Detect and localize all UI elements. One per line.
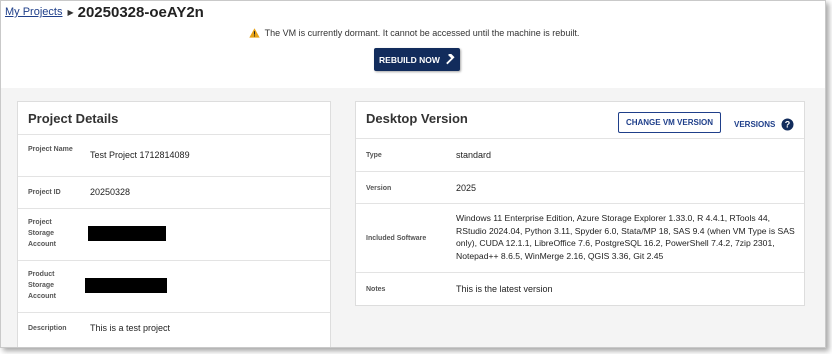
redacted-value [85, 278, 167, 293]
change-vm-version-button[interactable]: CHANGE VM VERSION [618, 112, 721, 133]
type-row: Type standard [356, 138, 804, 171]
description-value: This is a test project [90, 323, 171, 333]
type-value: standard [456, 150, 492, 160]
notes-row: Notes This is the latest version [356, 272, 804, 306]
desktop-version-card: Desktop Version CHANGE VM VERSION VERSIO… [355, 101, 805, 306]
versions-link[interactable]: VERSIONS ? [734, 118, 794, 131]
version-value: 2025 [456, 183, 477, 193]
project-details-card: Project Details Project Name Test Projec… [17, 101, 331, 347]
breadcrumb-my-projects-link[interactable]: My Projects [5, 6, 62, 18]
warning-message: The VM is currently dormant. It cannot b… [264, 28, 580, 38]
project-storage-account-row: Project Storage Account [18, 208, 330, 260]
product-storage-account-label: Product Storage Account [28, 271, 56, 300]
type-label: Type [366, 152, 382, 159]
versions-label: VERSIONS [734, 120, 776, 129]
hammer-icon [444, 54, 455, 65]
project-id-label: Project ID [28, 189, 61, 196]
description-row: Description This is a test project [18, 312, 330, 346]
product-storage-account-row: Product Storage Account [18, 260, 330, 312]
project-name-label: Project Name [28, 146, 73, 153]
included-software-row: Included Software Windows 11 Enterprise … [356, 203, 804, 272]
notes-label: Notes [366, 286, 386, 293]
project-name-row: Project Name Test Project 1712814089 [18, 134, 330, 176]
notes-value: This is the latest version [456, 284, 553, 294]
desktop-version-title: Desktop Version [366, 111, 468, 126]
warning-icon [248, 28, 260, 38]
version-label: Version [366, 185, 392, 192]
triangle-right-icon: ▶ [67, 7, 74, 17]
rebuild-now-button[interactable]: REBUILD NOW [374, 48, 460, 71]
page-title: 20250328-oeAY2n [77, 3, 204, 21]
project-details-title: Project Details [28, 111, 119, 126]
project-id-value: 20250328 [90, 187, 131, 197]
app-window: My Projects ▶ 20250328-oeAY2n The VM is … [0, 0, 826, 348]
description-label: Description [28, 325, 67, 332]
question-circle-icon[interactable]: ? [781, 118, 794, 131]
project-id-row: Project ID 20250328 [18, 176, 330, 208]
included-software-label: Included Software [366, 235, 427, 242]
version-row: Version 2025 [356, 171, 804, 203]
svg-text:?: ? [785, 120, 791, 130]
project-name-value: Test Project 1712814089 [90, 150, 190, 160]
redacted-value [88, 226, 166, 241]
dormant-warning-banner: The VM is currently dormant. It cannot b… [1, 28, 825, 38]
included-software-value: Windows 11 Enterprise Edition, Azure Sto… [456, 213, 795, 261]
project-storage-account-label: Project Storage Account [28, 219, 56, 248]
breadcrumb: My Projects ▶ 20250328-oeAY2n [5, 3, 204, 21]
rebuild-now-label: REBUILD NOW [379, 54, 440, 65]
